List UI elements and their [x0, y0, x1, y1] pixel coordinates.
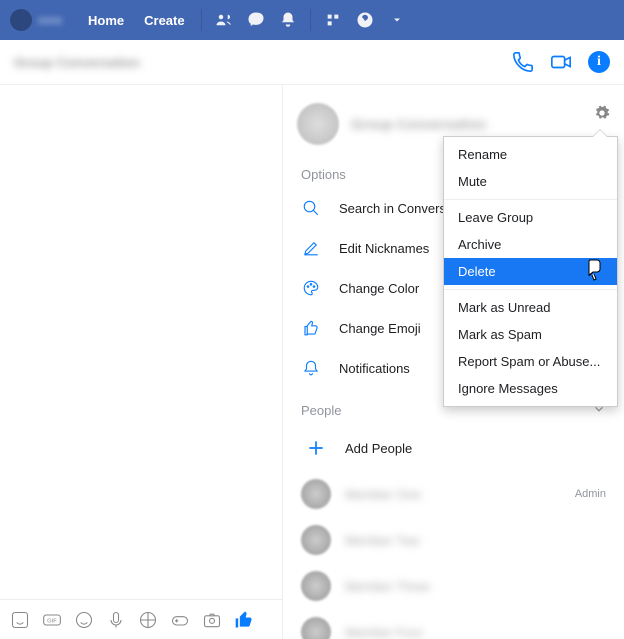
person-row[interactable]: Member Three	[283, 563, 624, 609]
messenger-icon[interactable]	[246, 10, 266, 30]
option-label: Change Color	[339, 281, 419, 296]
nav-divider	[201, 9, 202, 31]
person-row[interactable]: Member One Admin	[283, 471, 624, 517]
person-name: Member Four	[345, 625, 606, 639]
notifications-icon[interactable]	[278, 10, 298, 30]
conversation-title: Group Conversation	[14, 55, 140, 70]
option-label: Change Emoji	[339, 321, 421, 336]
camera-icon[interactable]	[202, 610, 222, 630]
plus-icon	[301, 433, 331, 463]
person-row[interactable]: Member Two	[283, 517, 624, 563]
emoji-icon[interactable]	[74, 610, 94, 630]
group-avatar	[297, 103, 339, 145]
svg-text:GIF: GIF	[47, 618, 57, 624]
pencil-icon	[301, 238, 321, 258]
dropdown-caret-icon[interactable]	[387, 10, 407, 30]
bell-icon	[301, 358, 321, 378]
menu-separator	[444, 289, 617, 290]
add-people-row[interactable]: Add People	[283, 425, 624, 471]
avatar	[301, 571, 331, 601]
friends-icon[interactable]	[214, 10, 234, 30]
conversation-header: Group Conversation i	[0, 40, 624, 85]
top-nav: xxxx Home Create	[0, 0, 624, 40]
settings-menu: Rename Mute Leave Group Archive Delete M…	[443, 136, 618, 407]
voice-icon[interactable]	[106, 610, 126, 630]
option-label: Notifications	[339, 361, 410, 376]
video-icon[interactable]	[550, 51, 572, 73]
add-people-label: Add People	[345, 441, 606, 456]
option-label: Edit Nicknames	[339, 241, 429, 256]
menu-rename[interactable]: Rename	[444, 141, 617, 168]
like-icon[interactable]	[234, 610, 254, 630]
group-name: Group Conversation	[351, 116, 486, 132]
menu-report[interactable]: Report Spam or Abuse...	[444, 348, 617, 375]
menu-ignore[interactable]: Ignore Messages	[444, 375, 617, 402]
menu-mark-unread[interactable]: Mark as Unread	[444, 294, 617, 321]
sticker-icon[interactable]	[10, 610, 30, 630]
profile-name-blur[interactable]: xxxx	[38, 13, 78, 27]
person-name: Member One	[345, 487, 575, 502]
nav-home[interactable]: Home	[78, 13, 134, 28]
person-row[interactable]: Member Four	[283, 609, 624, 639]
person-name: Member Three	[345, 579, 606, 594]
people-section-title: People	[301, 403, 341, 418]
activity-icon[interactable]	[138, 610, 158, 630]
gif-icon[interactable]: GIF	[42, 610, 62, 630]
thumb-icon	[301, 318, 321, 338]
menu-separator	[444, 199, 617, 200]
palette-icon	[301, 278, 321, 298]
nav-divider-2	[310, 9, 311, 31]
info-icon[interactable]: i	[588, 51, 610, 73]
quick-help-icon[interactable]	[323, 10, 343, 30]
menu-archive[interactable]: Archive	[444, 231, 617, 258]
person-name: Member Two	[345, 533, 606, 548]
avatar	[301, 617, 331, 639]
nav-create[interactable]: Create	[134, 13, 194, 28]
menu-mute[interactable]: Mute	[444, 168, 617, 195]
menu-delete[interactable]: Delete	[444, 258, 617, 285]
profile-avatar[interactable]	[10, 9, 32, 31]
gear-icon[interactable]	[594, 105, 610, 126]
menu-mark-spam[interactable]: Mark as Spam	[444, 321, 617, 348]
search-icon	[301, 198, 321, 218]
composer-toolbar: GIF	[0, 599, 282, 639]
games-icon[interactable]	[170, 610, 190, 630]
avatar	[301, 479, 331, 509]
help-icon[interactable]	[355, 10, 375, 30]
avatar	[301, 525, 331, 555]
conversation-pane: GIF	[0, 85, 283, 639]
admin-badge: Admin	[575, 488, 606, 500]
call-icon[interactable]	[512, 51, 534, 73]
menu-leave-group[interactable]: Leave Group	[444, 204, 617, 231]
